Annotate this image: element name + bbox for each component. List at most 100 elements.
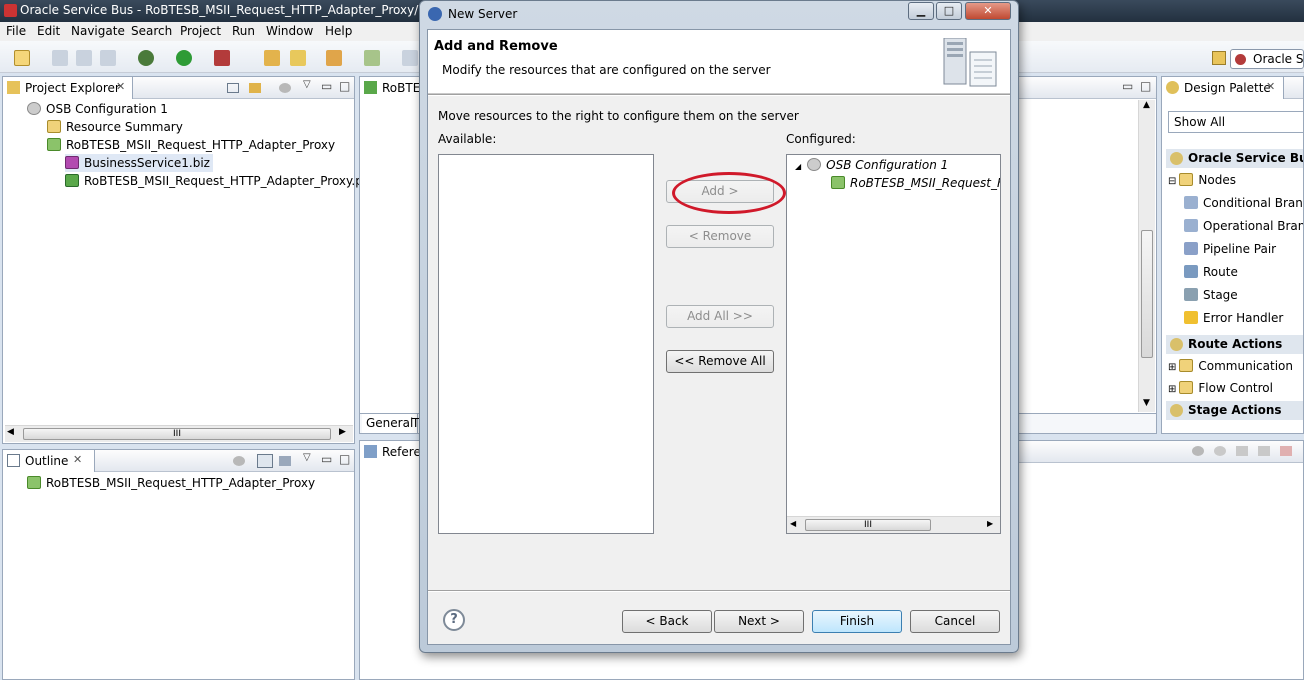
palette-item[interactable]: Error Handler: [1184, 309, 1283, 327]
run-icon[interactable]: [176, 50, 192, 66]
maximize-icon[interactable]: □: [339, 452, 350, 466]
link-editor-icon[interactable]: [249, 83, 261, 93]
scroll-left-icon[interactable]: ◀: [790, 519, 796, 528]
finish-button[interactable]: Finish: [812, 610, 902, 633]
menu-window[interactable]: Window: [266, 24, 313, 38]
filter-icon[interactable]: [279, 83, 291, 93]
tab-reference[interactable]: Referer: [360, 441, 420, 463]
tab-project-explorer[interactable]: Project Explorer ✕: [3, 77, 133, 99]
available-list[interactable]: [438, 154, 654, 534]
print-icon[interactable]: [100, 50, 116, 66]
search-folder-icon[interactable]: [326, 50, 342, 66]
scroll-down-icon[interactable]: ▼: [1143, 398, 1150, 408]
configured-horizontal-scrollbar[interactable]: ◀ III ▶: [787, 516, 1000, 533]
menu-file[interactable]: File: [6, 24, 26, 38]
menu-run[interactable]: Run: [232, 24, 255, 38]
dialog-close-button[interactable]: ✕: [965, 2, 1011, 20]
palette-item[interactable]: Stage: [1184, 286, 1238, 304]
minimize-icon[interactable]: ▭: [1122, 79, 1133, 93]
open-perspective-icon[interactable]: [1212, 51, 1226, 65]
close-icon[interactable]: ✕: [1266, 80, 1275, 93]
tree-item[interactable]: RoBTESB_MSII_Request_HTTP_Adapter_Proxy: [47, 136, 335, 154]
menu-navigate[interactable]: Navigate: [71, 24, 125, 38]
editor-vertical-scrollbar[interactable]: ▲ ▼: [1138, 100, 1155, 412]
maximize-icon[interactable]: □: [1140, 79, 1151, 93]
dialog-minimize-button[interactable]: ▁: [908, 2, 934, 20]
palette-folder[interactable]: ⊞ Communication: [1168, 357, 1293, 375]
menu-help[interactable]: Help: [325, 24, 352, 38]
close-icon[interactable]: ✕: [73, 453, 82, 466]
palette-item[interactable]: Pipeline Pair: [1184, 240, 1276, 258]
add-all-button[interactable]: Add All >>: [666, 305, 774, 328]
menu-edit[interactable]: Edit: [37, 24, 60, 38]
tree-item[interactable]: BusinessService1.biz: [65, 154, 213, 172]
palette-filter-select[interactable]: Show All: [1168, 111, 1303, 133]
collapse-all-icon[interactable]: [227, 83, 239, 93]
palette-section-route-actions[interactable]: Route Actions: [1166, 335, 1303, 354]
expand-icon[interactable]: ⊞: [1168, 384, 1176, 395]
scroll-thumb[interactable]: III: [23, 428, 331, 440]
scroll-thumb[interactable]: [1141, 230, 1153, 358]
collapse-icon[interactable]: ⊟: [1168, 176, 1176, 187]
debug-icon[interactable]: [1236, 446, 1248, 456]
menu-project[interactable]: Project: [180, 24, 221, 38]
explorer-horizontal-scrollbar[interactable]: ◀ III ▶: [5, 425, 353, 442]
remove-all-button[interactable]: << Remove All: [666, 350, 774, 373]
expand-icon[interactable]: ⊞: [1168, 362, 1176, 373]
palette-item[interactable]: Route: [1184, 263, 1238, 281]
minimize-icon[interactable]: ▭: [321, 452, 332, 466]
expand-triangle-icon[interactable]: ◢: [795, 162, 801, 171]
tree-item[interactable]: OSB Configuration 1: [27, 100, 168, 118]
new-icon[interactable]: [14, 50, 30, 66]
sort-icon[interactable]: [279, 456, 291, 466]
tree-item[interactable]: RoBTESB_MSII_Request_HTTP_Adapter_Proxy.…: [65, 172, 389, 190]
palette-item[interactable]: Operational Branch: [1184, 217, 1303, 235]
stop-icon[interactable]: [1280, 446, 1292, 456]
toolbar-extra-icon[interactable]: [402, 50, 418, 66]
tab-design-palette[interactable]: Design Palette ✕: [1162, 77, 1284, 99]
tree-item[interactable]: ◢ OSB Configuration 1: [795, 156, 948, 174]
new-resource-icon[interactable]: [364, 50, 380, 66]
view-menu-icon[interactable]: ▽: [303, 79, 311, 90]
palette-nodes-folder[interactable]: ⊟ Nodes: [1168, 171, 1236, 189]
tab-outline[interactable]: Outline ✕: [3, 450, 95, 472]
debug-icon[interactable]: [138, 50, 154, 66]
palette-section-stage-actions[interactable]: Stage Actions: [1166, 401, 1303, 420]
start-icon[interactable]: [1214, 446, 1226, 456]
menu-search[interactable]: Search: [131, 24, 172, 38]
tab-general[interactable]: General: [362, 414, 419, 433]
filter-icon[interactable]: [233, 456, 245, 466]
profile-icon[interactable]: [1258, 446, 1270, 456]
view-menu-icon[interactable]: ▽: [303, 452, 311, 463]
scroll-up-icon[interactable]: ▲: [1143, 100, 1150, 110]
palette-section-osb[interactable]: Oracle Service Bus P: [1166, 149, 1303, 168]
remove-button[interactable]: < Remove: [666, 225, 774, 248]
cancel-button[interactable]: Cancel: [910, 610, 1000, 633]
perspective-oracle-service-bus[interactable]: Oracle Se: [1230, 49, 1304, 69]
open-folder-icon[interactable]: [264, 50, 280, 66]
scroll-thumb[interactable]: III: [805, 519, 931, 531]
dialog-maximize-button[interactable]: □: [936, 2, 962, 20]
scroll-right-icon[interactable]: ▶: [339, 427, 346, 437]
palette-folder-label: Flow Control: [1198, 381, 1273, 395]
save-icon[interactable]: [52, 50, 68, 66]
tree-item[interactable]: Resource Summary: [47, 118, 183, 136]
back-button[interactable]: < Back: [622, 610, 712, 633]
palette-folder[interactable]: ⊞ Flow Control: [1168, 379, 1273, 397]
scroll-left-icon[interactable]: ◀: [7, 427, 14, 437]
palette-item[interactable]: Conditional Branch: [1184, 194, 1303, 212]
save-all-icon[interactable]: [76, 50, 92, 66]
external-tools-icon[interactable]: [214, 50, 230, 66]
configured-tree[interactable]: ◢ OSB Configuration 1 RoBTESB_MSII_Reques…: [786, 154, 1001, 534]
close-icon[interactable]: ✕: [116, 80, 125, 93]
minimize-icon[interactable]: ▭: [321, 79, 332, 93]
publish-icon[interactable]: [290, 50, 306, 66]
maximize-icon[interactable]: □: [339, 79, 350, 93]
tree-item[interactable]: RoBTESB_MSII_Request_HTTP_Adapter_Proxy: [27, 474, 315, 492]
tree-item[interactable]: RoBTESB_MSII_Request_HTTP: [831, 174, 1000, 192]
next-button[interactable]: Next >: [714, 610, 804, 633]
settings-icon[interactable]: [1192, 446, 1204, 456]
scroll-right-icon[interactable]: ▶: [987, 519, 993, 528]
help-icon[interactable]: ?: [443, 609, 465, 631]
tree-mode-icon[interactable]: [257, 454, 273, 468]
